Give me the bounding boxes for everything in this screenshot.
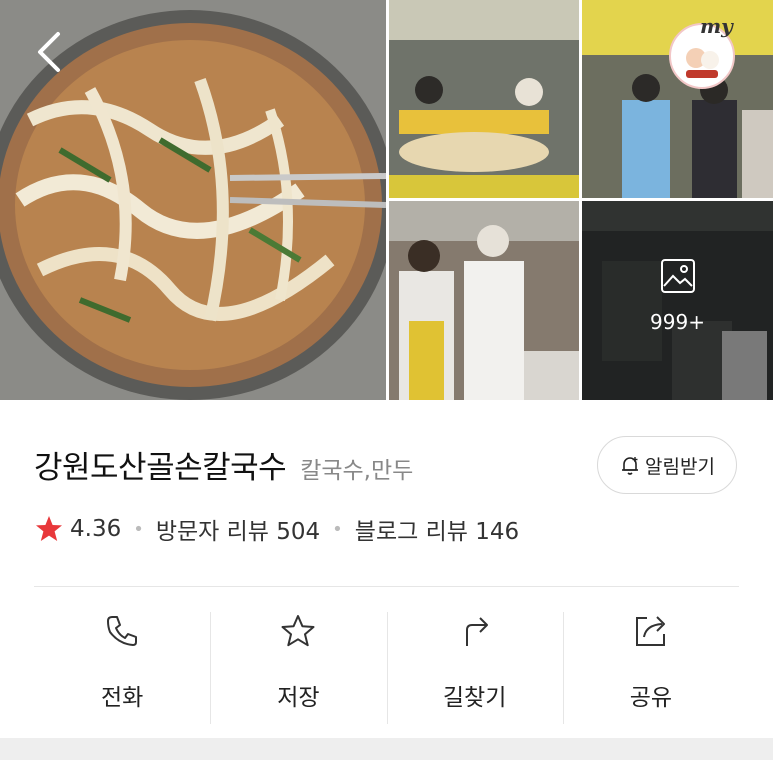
directions-button[interactable]: 길찾기 xyxy=(386,602,563,732)
back-arrow-icon[interactable] xyxy=(30,30,70,74)
bell-plus-icon xyxy=(622,457,639,475)
share-label: 공유 xyxy=(629,685,673,711)
place-category: 칼국수,만두 xyxy=(300,458,414,484)
call-label: 전화 xyxy=(100,685,144,711)
notify-label: 알림받기 xyxy=(645,455,715,478)
my-profile-badge[interactable]: my xyxy=(664,14,740,90)
phone-icon xyxy=(107,616,138,646)
place-name: 강원도산골손칼국수 xyxy=(34,450,287,486)
storefront-photo[interactable] xyxy=(389,0,579,198)
directions-label: 길찾기 xyxy=(442,685,507,711)
title-row: 강원도산골손칼국수 칼국수,만두 xyxy=(34,442,413,487)
divider xyxy=(34,586,739,587)
visitor-review-link[interactable]: 방문자 리뷰 504 xyxy=(156,512,320,546)
notify-button[interactable]: 알림받기 xyxy=(597,436,737,494)
action-bar: 전화 저장 길찾기 공유 xyxy=(34,602,739,732)
rating-stats: 4.36 • 방문자 리뷰 504 • 블로그 리뷰 146 xyxy=(34,512,519,546)
blog-review-link[interactable]: 블로그 리뷰 146 xyxy=(355,512,519,546)
photo-gallery: 999+ my xyxy=(0,0,773,400)
save-button[interactable]: 저장 xyxy=(210,602,386,732)
save-label: 저장 xyxy=(277,685,320,711)
share-icon xyxy=(635,616,665,646)
rating-star-icon xyxy=(36,516,62,541)
more-photos-count: 999+ xyxy=(650,310,705,334)
section-separator xyxy=(0,738,773,760)
rating-value: 4.36 xyxy=(70,516,122,542)
directions-icon xyxy=(465,617,488,646)
star-outline-icon xyxy=(281,615,315,647)
kitchen-photo[interactable] xyxy=(389,201,579,400)
more-photos-overlay[interactable] xyxy=(582,201,773,400)
share-button[interactable]: 공유 xyxy=(562,602,739,732)
separator-dot: • xyxy=(332,518,343,540)
image-gallery-icon xyxy=(661,259,695,293)
call-button[interactable]: 전화 xyxy=(34,602,210,732)
separator-dot: • xyxy=(133,518,144,540)
my-badge-text: my xyxy=(700,14,733,38)
